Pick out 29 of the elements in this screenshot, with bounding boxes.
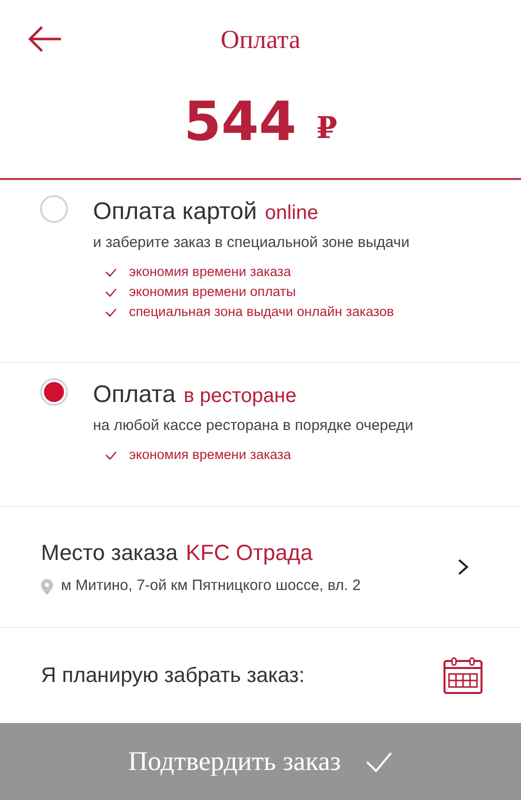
location-pin-icon [41,578,53,594]
option-title: Оплата картой [93,197,257,227]
back-arrow-icon [27,24,63,54]
pickup-label: Я планирую забрать заказ: [41,663,306,689]
check-icon [105,451,117,460]
calendar-icon[interactable] [443,656,483,694]
option-title-accent: в ресторане [184,384,296,409]
check-icon [105,308,117,317]
benefit-text: специальная зона выдачи онлайн заказов [129,303,394,322]
currency-sign: ₽ [316,110,338,148]
check-icon [105,288,117,297]
check-icon [364,750,393,772]
chevron-right-icon [457,558,469,576]
option-subtitle: на любой кассе ресторана в порядке очереди [93,416,414,436]
option-title-accent: online [264,201,318,226]
place-address: м Митино, 7-ой км Пятницкого шоссе, вл. 2 [61,576,361,596]
benefit-text: экономия времени заказа [129,446,291,464]
page-title: Оплата [220,24,300,56]
benefit-text: экономия времени заказа [129,263,291,282]
radio-button[interactable] [40,195,68,223]
place-name: KFC Отрада [186,539,313,568]
option-title: Оплата [93,380,176,410]
radio-button[interactable] [40,378,68,406]
place-label: Место заказа [41,539,178,568]
order-total: 544 [184,95,296,149]
check-icon [105,268,117,277]
order-place-row[interactable]: Место заказа KFC Отрада м Митино, 7-ой км Пятницкого шоссе, вл. 2 [0,507,521,628]
benefit-text: экономия времени оплаты [129,283,296,302]
option-subtitle: и заберите заказ в специальной зоне выдачи [93,233,410,253]
